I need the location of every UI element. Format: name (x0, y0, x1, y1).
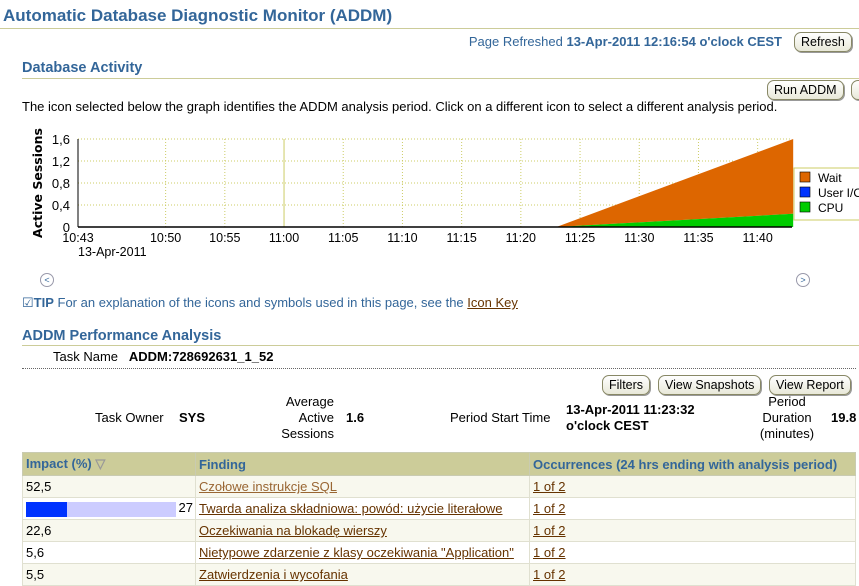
legend-swatch (799, 201, 811, 213)
y-tick-label: 1,2 (52, 154, 70, 169)
task-owner-value: SYS (179, 410, 206, 425)
legend-label: User I/O (818, 186, 859, 200)
instructions: The icon selected below the graph identi… (22, 99, 778, 114)
x-tick-label: 11:20 (506, 231, 536, 245)
column-header-impact[interactable]: Impact (%) ▽ (22, 452, 196, 476)
tip-label: TIP (33, 295, 54, 310)
view-report-button[interactable]: View Report (769, 375, 851, 395)
task-name-value: ADDM:728692631_1_52 (128, 349, 274, 364)
divider (22, 368, 856, 369)
task-name-label: Task Name (53, 349, 119, 364)
finding-link[interactable]: Twarda analiza składniowa: powód: użycie… (199, 501, 503, 516)
activity-chart[interactable]: 00,40,81,21,610:43 10:50 10:55 11:00 11:05 11… (0, 128, 859, 268)
aas-value: 1.6 (346, 410, 365, 425)
y-tick-label: 1,6 (52, 132, 70, 147)
period-start-label: Period Start Time (450, 410, 551, 425)
impact-cell: 22,6 (22, 519, 196, 542)
extra-button[interactable] (851, 80, 859, 100)
filters-button[interactable]: Filters (602, 375, 651, 395)
legend-swatch (799, 171, 811, 183)
x-tick-label: 11:40 (742, 231, 772, 245)
refresh-button[interactable]: Refresh (794, 32, 852, 52)
duration-value: 19.8 (831, 410, 857, 425)
impact-bar (26, 501, 176, 517)
occurrences-link[interactable]: 1 of 2 (533, 567, 566, 582)
divider (0, 28, 859, 29)
y-axis-label: Active Sessions (30, 128, 45, 238)
section-title-activity: Database Activity (22, 60, 143, 76)
impact-cell: 52,5 (22, 475, 196, 498)
impact-cell: 5,5 (22, 563, 196, 586)
table-row: 22,6 Oczekiwania na blokadę wierszy 1 of 2 (22, 519, 856, 542)
y-tick-label: 0,4 (52, 198, 70, 213)
period-start-value: 13-Apr-2011 11:23:32 o'clock CEST (566, 402, 695, 433)
tip: ☑TIP For an explanation of the icons and… (22, 295, 518, 311)
finding-link[interactable]: Oczekiwania na blokadę wierszy (199, 523, 387, 538)
sort-descending-icon: ▽ (95, 456, 106, 471)
occurrences-link[interactable]: 1 of 2 (533, 523, 566, 538)
icon-key-link[interactable]: Icon Key (467, 295, 518, 310)
x-tick-label: 11:10 (387, 231, 417, 245)
finding-link[interactable]: Czołowe instrukcje SQL (199, 479, 337, 494)
x-tick-label: 10:55 (209, 231, 240, 245)
impact-cell: 5,6 (22, 541, 196, 564)
divider (22, 345, 859, 346)
page-title: Automatic Database Diagnostic Monitor (A… (3, 6, 393, 25)
x-tick-label: 11:30 (624, 231, 654, 245)
x-tick-label: 11:00 (269, 231, 299, 245)
refreshed-label: Page Refreshed (468, 34, 563, 49)
table-row: 5,6 Nietypowe zdarzenie z klasy oczekiwan… (22, 541, 856, 564)
table-row: 5,5 Zatwierdzenia i wycofania 1 of 2 (22, 563, 856, 586)
task-name: Task Name ADDM:728692631_1_52 (53, 349, 273, 364)
occurrences-link[interactable]: 1 of 2 (533, 479, 566, 494)
aas-label: Average Active Sessions (281, 394, 334, 441)
tip-text: For an explanation of the icons and symb… (57, 295, 464, 310)
section-title-analysis: ADDM Performance Analysis (22, 328, 222, 344)
x-tick-label: 11:25 (565, 231, 595, 245)
x-tick-label: 11:05 (328, 231, 358, 245)
x-tick-label: 11:35 (683, 231, 713, 245)
occurrences-link[interactable]: 1 of 2 (533, 501, 566, 516)
legend-swatch (799, 186, 811, 198)
y-tick-label: 0,8 (52, 176, 70, 191)
findings-table: Impact (%) ▽ Finding Occurrences (24 hrs… (22, 452, 856, 586)
x-tick-label: 10:43 (62, 231, 93, 245)
legend-label: CPU (818, 201, 843, 215)
view-snapshots-button[interactable]: View Snapshots (658, 375, 762, 395)
impact-bar-fill (26, 501, 67, 517)
x-tick-label: 11:15 (446, 231, 476, 245)
run-addm-button[interactable]: Run ADDM (767, 80, 844, 100)
refreshed-value: 13-Apr-2011 12:16:54 o'clock CEST (566, 34, 782, 49)
table-row: 27 Twarda analiza składniowa: powód: użyc… (22, 497, 856, 520)
next-period-icon[interactable]: > (796, 273, 810, 287)
check-icon: ☑ (22, 295, 34, 310)
task-owner-label: Task Owner (95, 410, 164, 425)
finding-link[interactable]: Nietypowe zdarzenie z klasy oczekiwania … (199, 545, 514, 560)
column-header-finding[interactable]: Finding (195, 452, 530, 476)
duration-label: Period Duration (minutes) (759, 394, 815, 441)
divider (22, 78, 859, 79)
page-refreshed: Page Refreshed 13-Apr-2011 12:16:54 o'cl… (469, 34, 782, 49)
column-header-occurrences[interactable]: Occurrences (24 hrs ending with analysis… (529, 452, 856, 476)
x-tick-label: 10:50 (150, 231, 181, 245)
x-date-label: 13-Apr-2011 (78, 245, 147, 259)
prev-period-icon[interactable]: < (40, 273, 54, 287)
occurrences-link[interactable]: 1 of 2 (533, 545, 566, 560)
impact-cell: 27 (178, 500, 193, 515)
table-row: 52,5 Czołowe instrukcje SQL 1 of 2 (22, 475, 856, 498)
finding-link[interactable]: Zatwierdzenia i wycofania (199, 567, 348, 582)
legend-label: Wait (818, 171, 842, 185)
